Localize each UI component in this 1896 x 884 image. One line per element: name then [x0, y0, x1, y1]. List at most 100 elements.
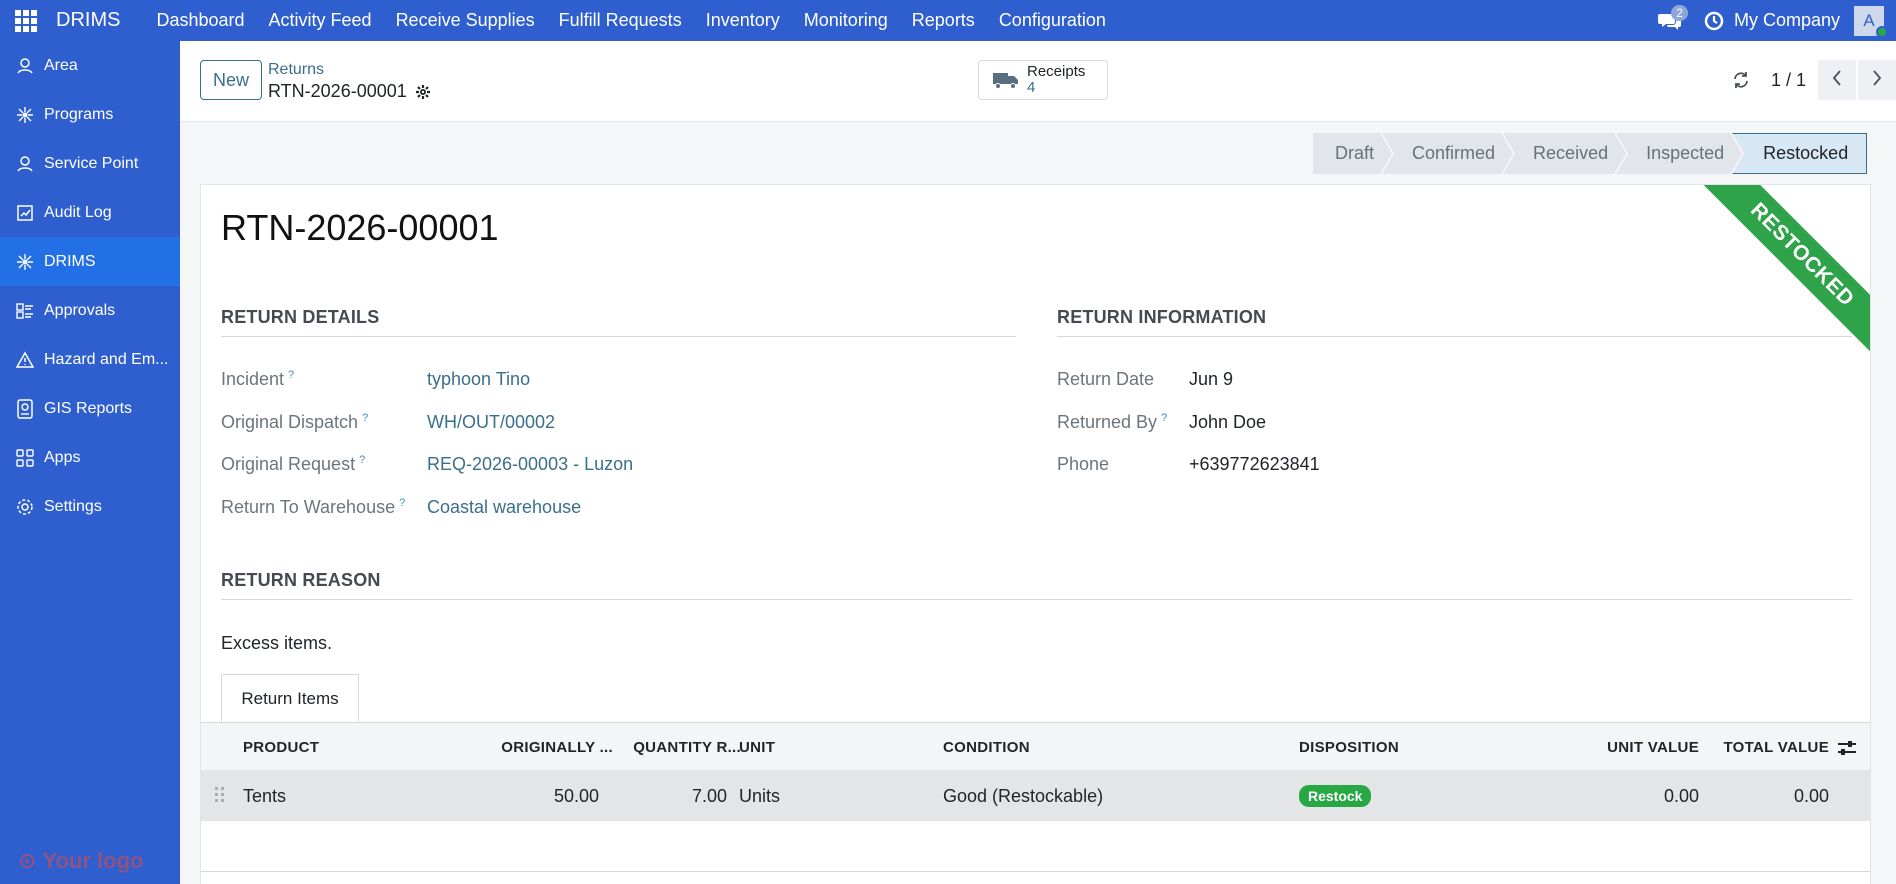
sidebar-item-gis-reports[interactable]: GIS Reports [0, 384, 180, 433]
menu-activity-feed[interactable]: Activity Feed [257, 0, 384, 41]
sidebar-item-drims[interactable]: DRIMS [0, 237, 180, 286]
return-date-label: Return Date [1057, 369, 1155, 389]
optional-columns-toggle[interactable] [1837, 723, 1861, 772]
return-reason-text[interactable]: Excess items. [221, 633, 332, 654]
network-icon [14, 104, 36, 126]
chat-count-badge: 2 [1671, 5, 1688, 21]
pager-value[interactable]: 1 / 1 [1771, 70, 1806, 91]
company-logo: ⊙ Your logo [18, 848, 143, 874]
gear-icon[interactable] [415, 84, 431, 100]
status-bar: Draft Confirmed Received Inspected Resto… [1313, 133, 1868, 174]
new-button[interactable]: New [200, 60, 262, 100]
menu-reports[interactable]: Reports [900, 0, 987, 41]
sidebar-item-settings[interactable]: Settings [0, 482, 180, 531]
product-cell[interactable]: Tents [243, 771, 286, 821]
sidebar-item-hazard[interactable]: Hazard and Em... [0, 335, 180, 384]
record-title: RTN-2026-00001 [221, 207, 499, 248]
menu-fulfill-requests[interactable]: Fulfill Requests [547, 0, 694, 41]
phone-field[interactable]: +639772623841 [1189, 454, 1320, 475]
clock-icon[interactable] [1694, 11, 1734, 31]
original-dispatch-label: Original Dispatch? [221, 412, 369, 432]
column-header[interactable]: UNIT [739, 723, 775, 772]
navbar-systray: 2 My Company A [1652, 0, 1896, 41]
help-tooltip-icon[interactable]: ? [399, 497, 405, 509]
column-header[interactable]: DISPOSITION [1299, 723, 1399, 772]
company-switcher[interactable]: My Company [1734, 10, 1840, 31]
user-avatar[interactable]: A [1854, 5, 1888, 38]
unit-cell[interactable]: Units [739, 771, 780, 821]
menu-inventory[interactable]: Inventory [694, 0, 792, 41]
column-header[interactable]: PRODUCT [243, 723, 319, 772]
column-header[interactable]: QUANTITY R... [611, 723, 741, 772]
quantity-cell[interactable]: 7.00 [611, 771, 727, 821]
sidebar-item-area[interactable]: Area [0, 41, 180, 90]
returned-by-label: Returned By? [1057, 412, 1168, 432]
pager: 1 / 1 [1721, 60, 1896, 100]
return-details-heading: RETURN DETAILS [221, 307, 1016, 337]
control-panel: New Returns RTN-2026-00001 Receipts 4 1 … [180, 41, 1896, 122]
stage-inspected[interactable]: Inspected [1616, 133, 1742, 174]
sidebar: Area Programs Service Point Audit Log DR… [0, 41, 180, 884]
original-dispatch-field[interactable]: WH/OUT/00002 [427, 412, 555, 433]
column-header[interactable]: ORIGINALLY ... [483, 723, 613, 772]
person-pin-icon [14, 55, 36, 77]
disposition-badge: Restock [1299, 785, 1372, 807]
stage-received[interactable]: Received [1503, 133, 1626, 174]
sidebar-item-apps[interactable]: Apps [0, 433, 180, 482]
brand-name[interactable]: DRIMS [56, 9, 120, 32]
breadcrumb[interactable]: Returns [268, 61, 324, 79]
column-header[interactable]: CONDITION [943, 723, 1030, 772]
return-warehouse-label: Return To Warehouse? [221, 497, 406, 517]
pager-previous-button[interactable] [1818, 60, 1856, 100]
help-tooltip-icon[interactable]: ? [362, 412, 368, 424]
apps-menu-icon[interactable] [0, 0, 52, 41]
help-tooltip-icon[interactable]: ? [359, 454, 365, 466]
sidebar-item-service-point[interactable]: Service Point [0, 139, 180, 188]
stage-restocked[interactable]: Restocked [1732, 133, 1868, 174]
returned-by-field[interactable]: John Doe [1189, 412, 1266, 433]
sidebar-item-label: Service Point [44, 154, 139, 172]
sidebar-item-label: DRIMS [44, 252, 96, 270]
incident-field[interactable]: typhoon Tino [427, 369, 530, 390]
sidebar-item-label: GIS Reports [44, 399, 133, 417]
sidebar-item-label: Apps [44, 448, 81, 466]
receipts-smart-button[interactable]: Receipts 4 [978, 60, 1108, 100]
unit-value-cell[interactable]: 0.00 [1571, 771, 1699, 821]
person-pin-icon [14, 153, 36, 175]
originally-cell[interactable]: 50.00 [483, 771, 599, 821]
help-tooltip-icon[interactable]: ? [288, 369, 294, 381]
sidebar-item-audit-log[interactable]: Audit Log [0, 188, 180, 237]
help-tooltip-icon[interactable]: ? [1161, 412, 1167, 424]
record-name: RTN-2026-00001 [268, 81, 407, 101]
sidebar-item-label: Hazard and Em... [44, 350, 169, 368]
total-value-cell[interactable]: 0.00 [1701, 771, 1829, 821]
menu-monitoring[interactable]: Monitoring [792, 0, 900, 41]
original-request-label: Original Request? [221, 454, 366, 474]
refresh-icon[interactable] [1721, 71, 1761, 89]
sidebar-item-approvals[interactable]: Approvals [0, 286, 180, 335]
original-request-field[interactable]: REQ-2026-00003 - Luzon [427, 454, 633, 475]
menu-dashboard[interactable]: Dashboard [144, 0, 256, 41]
disposition-cell[interactable]: Restock [1299, 771, 1372, 821]
menu-configuration[interactable]: Configuration [987, 0, 1118, 41]
stage-draft[interactable]: Draft [1313, 133, 1392, 174]
stage-confirmed[interactable]: Confirmed [1382, 133, 1513, 174]
table-row[interactable]: Tents 50.00 7.00 Units Good (Restockable… [201, 771, 1870, 821]
column-header[interactable]: UNIT VALUE [1571, 723, 1699, 772]
menu-receive-supplies[interactable]: Receive Supplies [384, 0, 547, 41]
pager-next-button[interactable] [1858, 60, 1896, 100]
return-date-field[interactable]: Jun 9 [1189, 369, 1233, 390]
condition-cell[interactable]: Good (Restockable) [943, 771, 1103, 821]
top-navbar: DRIMS Dashboard Activity Feed Receive Su… [0, 0, 1896, 41]
tab-return-items[interactable]: Return Items [221, 674, 359, 722]
return-warehouse-field[interactable]: Coastal warehouse [427, 497, 581, 518]
sidebar-item-programs[interactable]: Programs [0, 90, 180, 139]
chat-icon[interactable]: 2 [1652, 0, 1688, 41]
apps-icon [14, 447, 36, 469]
logo-text: Your logo [42, 848, 144, 873]
drag-handle-icon[interactable] [215, 787, 224, 802]
chevron-left-icon [1832, 69, 1842, 91]
chart-report-icon [14, 202, 36, 224]
column-header[interactable]: TOTAL VALUE [1701, 723, 1829, 772]
sidebar-item-label: Approvals [44, 301, 116, 319]
